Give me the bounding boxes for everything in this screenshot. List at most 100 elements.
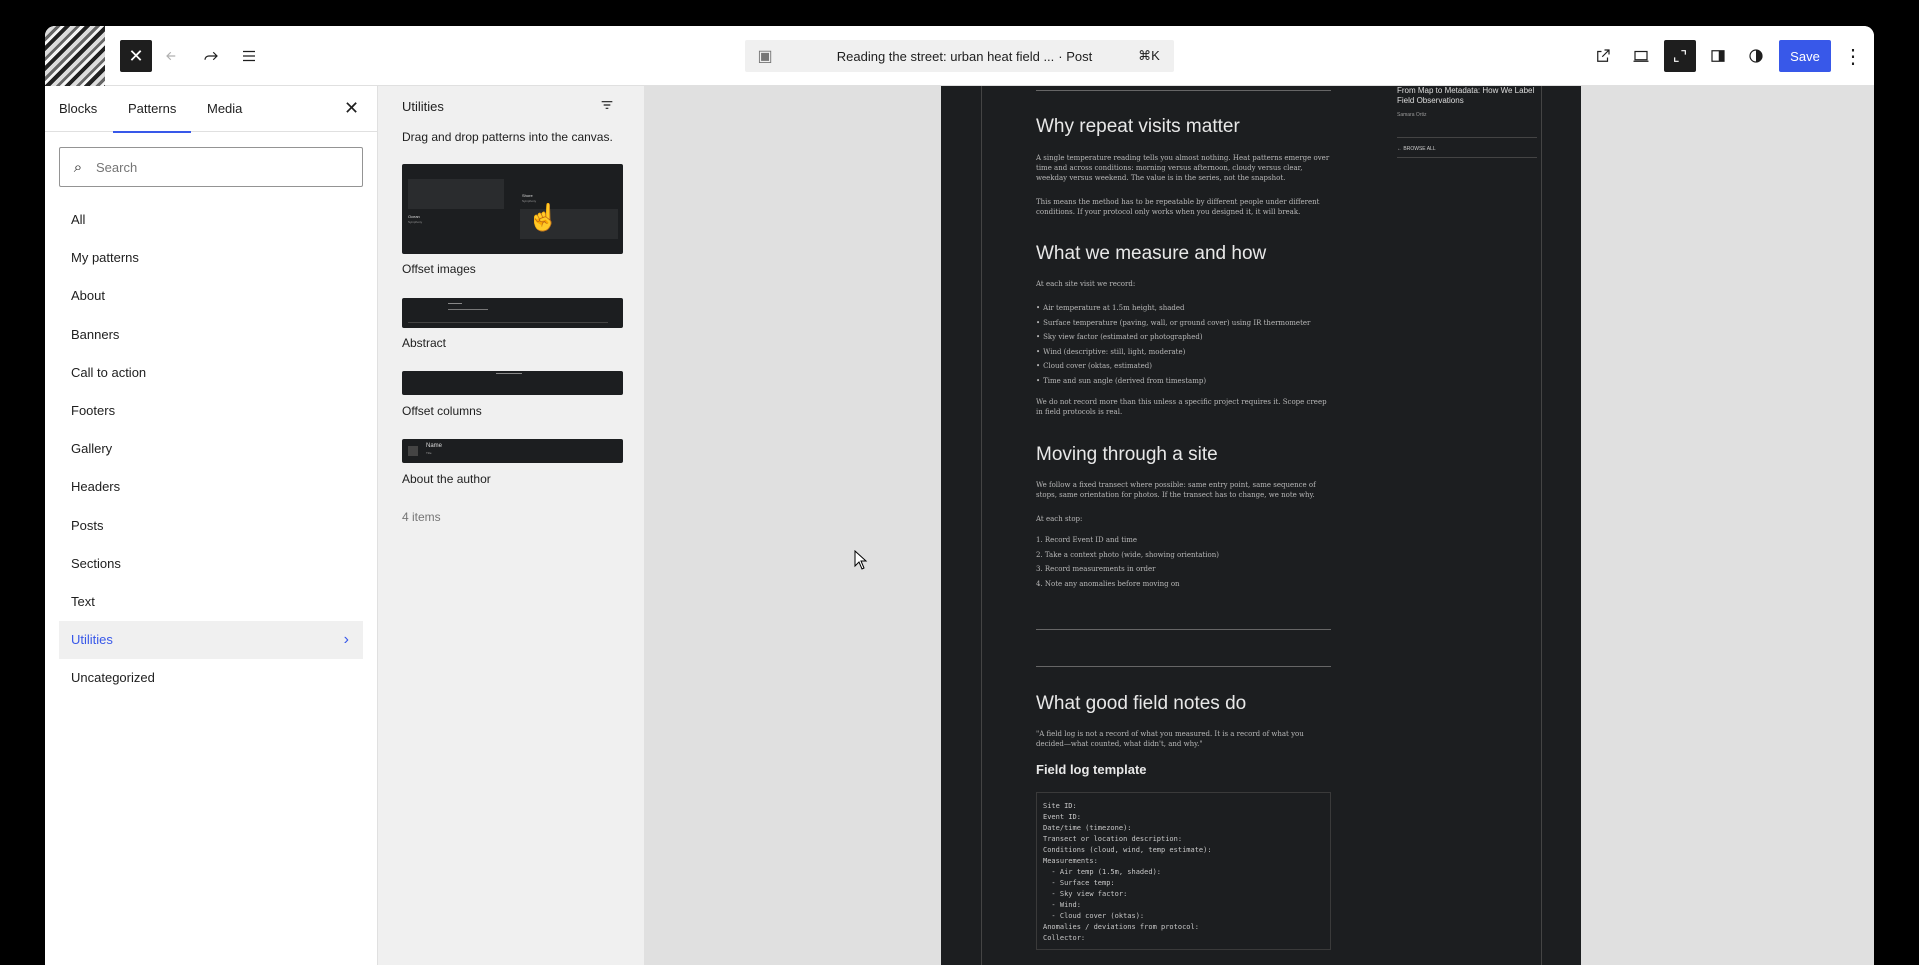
- filter-icon[interactable]: [599, 97, 615, 118]
- editor-canvas[interactable]: Why repeat visits matter A single temper…: [645, 86, 1874, 965]
- external-link-icon[interactable]: [1587, 40, 1619, 72]
- thumb-text-symphony-2: Symphony: [408, 220, 423, 224]
- code-line: - Cloud cover (oktas):: [1043, 912, 1145, 920]
- steps-list[interactable]: 1. Record Event ID and time 2. Take a co…: [1036, 533, 1331, 591]
- search-field[interactable]: ⌕ Search: [59, 147, 363, 187]
- pattern-count: 4 items: [402, 510, 441, 524]
- heading-good-field-notes[interactable]: What good field notes do: [1036, 693, 1246, 715]
- tab-media[interactable]: Media: [207, 86, 242, 132]
- document-title: Reading the street: urban heat field ...: [836, 48, 1055, 64]
- browse-all-link[interactable]: ← BROWSE ALL: [1397, 146, 1436, 152]
- heading-what-we-measure[interactable]: What we measure and how: [1036, 243, 1266, 265]
- panel-description: Drag and drop patterns into the canvas.: [402, 130, 613, 144]
- category-uncategorized[interactable]: Uncategorized: [59, 659, 363, 697]
- inserter-sidebar: Blocks Patterns Media ✕ ⌕ Search All My …: [45, 86, 378, 965]
- code-line: Site ID:: [1043, 802, 1077, 810]
- paragraph[interactable]: This means the method has to be repeatab…: [1036, 197, 1331, 217]
- editor-window: ✕ ▣ Reading the street: urban heat field…: [45, 26, 1874, 965]
- close-inserter-icon[interactable]: ✕: [344, 98, 359, 119]
- editor-toolbar: ✕ ▣ Reading the street: urban heat field…: [45, 26, 1874, 86]
- avatar: [408, 446, 418, 456]
- category-all[interactable]: All: [59, 201, 363, 239]
- code-line: - Air temp (1.5m, shaded):: [1043, 868, 1162, 876]
- code-block[interactable]: Site ID: Event ID: Date/time (timezone):…: [1036, 792, 1331, 950]
- pattern-preview-offset-columns[interactable]: [402, 371, 623, 395]
- list-item[interactable]: 2. Take a context photo (wide, showing o…: [1036, 548, 1331, 563]
- tab-blocks[interactable]: Blocks: [59, 86, 97, 132]
- category-call-to-action[interactable]: Call to action: [59, 354, 363, 392]
- paragraph[interactable]: We do not record more than this unless a…: [1036, 397, 1331, 417]
- code-line: Event ID:: [1043, 813, 1081, 821]
- category-my-patterns[interactable]: My patterns: [59, 239, 363, 277]
- post-content[interactable]: Why repeat visits matter A single temper…: [941, 86, 1581, 965]
- category-utilities[interactable]: Utilities ›: [59, 621, 363, 660]
- desktop-preview-icon[interactable]: [1625, 40, 1657, 72]
- paragraph[interactable]: We follow a fixed transect where possibl…: [1036, 480, 1331, 500]
- styles-icon[interactable]: [1740, 40, 1772, 72]
- code-line: Collector:: [1043, 934, 1086, 942]
- pattern-category-list: All My patterns About Banners Call to ac…: [59, 201, 363, 697]
- separator[interactable]: [1036, 629, 1331, 630]
- category-headers[interactable]: Headers: [59, 468, 363, 506]
- thumb-text-ocean: Ocean: [408, 214, 420, 219]
- category-banners[interactable]: Banners: [59, 316, 363, 354]
- quote[interactable]: "A field log is not a record of what you…: [1036, 729, 1331, 749]
- list-item[interactable]: 1. Record Event ID and time: [1036, 533, 1331, 548]
- more-options-icon[interactable]: ⋮: [1837, 40, 1869, 72]
- category-gallery[interactable]: Gallery: [59, 430, 363, 468]
- list-item[interactable]: 4. Note any anomalies before moving on: [1036, 577, 1331, 592]
- document-type: · Post: [1058, 48, 1093, 64]
- pattern-label-about-the-author[interactable]: About the author: [402, 472, 491, 486]
- search-placeholder: Search: [96, 159, 138, 175]
- heading-field-log-template[interactable]: Field log template: [1036, 762, 1147, 777]
- close-icon[interactable]: ✕: [120, 40, 152, 72]
- list-item[interactable]: Cloud cover (oktas, estimated): [1036, 359, 1331, 374]
- redo-icon[interactable]: [195, 40, 227, 72]
- related-post-author: Samara Ortiz: [1397, 112, 1427, 118]
- list-item[interactable]: Sky view factor (estimated or photograph…: [1036, 330, 1331, 345]
- tab-patterns[interactable]: Patterns: [112, 86, 192, 133]
- undo-icon[interactable]: [157, 40, 189, 72]
- pattern-preview-about-the-author[interactable]: Name Title: [402, 439, 623, 463]
- category-footers[interactable]: Footers: [59, 392, 363, 430]
- paragraph[interactable]: At each site visit we record:: [1036, 279, 1331, 289]
- document-bar[interactable]: ▣ Reading the street: urban heat field .…: [745, 40, 1174, 72]
- pattern-label-abstract[interactable]: Abstract: [402, 336, 446, 350]
- panel-title: Utilities: [402, 99, 444, 114]
- category-about[interactable]: About: [59, 277, 363, 315]
- heading-why-repeat[interactable]: Why repeat visits matter: [1036, 116, 1240, 138]
- thumb-text-name: Name: [426, 443, 443, 449]
- category-posts[interactable]: Posts: [59, 507, 363, 545]
- heading-moving-through[interactable]: Moving through a site: [1036, 444, 1218, 466]
- save-button[interactable]: Save: [1779, 40, 1831, 72]
- code-line: Transect or location description:: [1043, 835, 1183, 843]
- pattern-label-offset-images[interactable]: Offset images: [402, 262, 476, 276]
- paragraph[interactable]: At each stop:: [1036, 514, 1331, 524]
- separator: [1397, 157, 1537, 158]
- chevron-right-icon: ›: [343, 631, 349, 649]
- separator: [1397, 137, 1537, 138]
- list-item[interactable]: Wind (descriptive: still, light, moderat…: [1036, 345, 1331, 360]
- related-post-title[interactable]: From Map to Metadata: How We Label Field…: [1397, 86, 1537, 106]
- code-line: Anomalies / deviations from protocol:: [1043, 923, 1199, 931]
- list-item[interactable]: Time and sun angle (derived from timesta…: [1036, 374, 1331, 389]
- code-line: - Sky view factor:: [1043, 890, 1128, 898]
- thumb-text-title: Title: [426, 451, 432, 455]
- category-sections[interactable]: Sections: [59, 545, 363, 583]
- measurement-list[interactable]: Air temperature at 1.5m height, shaded S…: [1036, 301, 1331, 388]
- paragraph[interactable]: A single temperature reading tells you a…: [1036, 153, 1331, 183]
- sidebar-icon[interactable]: [1702, 40, 1734, 72]
- layout-icon: ▣: [757, 48, 773, 65]
- list-item[interactable]: 3. Record measurements in order: [1036, 562, 1331, 577]
- command-shortcut: ⌘K: [1138, 48, 1160, 63]
- pattern-preview-abstract[interactable]: [402, 298, 623, 328]
- category-text[interactable]: Text: [59, 583, 363, 621]
- list-item[interactable]: Surface temperature (paving, wall, or gr…: [1036, 316, 1331, 331]
- separator[interactable]: [1036, 666, 1331, 667]
- pattern-preview-offset-images[interactable]: Shore Symphony Ocean Symphony: [402, 164, 623, 254]
- pattern-label-offset-columns[interactable]: Offset columns: [402, 404, 482, 418]
- list-item[interactable]: Air temperature at 1.5m height, shaded: [1036, 301, 1331, 316]
- list-view-icon[interactable]: [233, 40, 265, 72]
- site-logo[interactable]: [45, 26, 105, 86]
- fullscreen-icon[interactable]: [1664, 40, 1696, 72]
